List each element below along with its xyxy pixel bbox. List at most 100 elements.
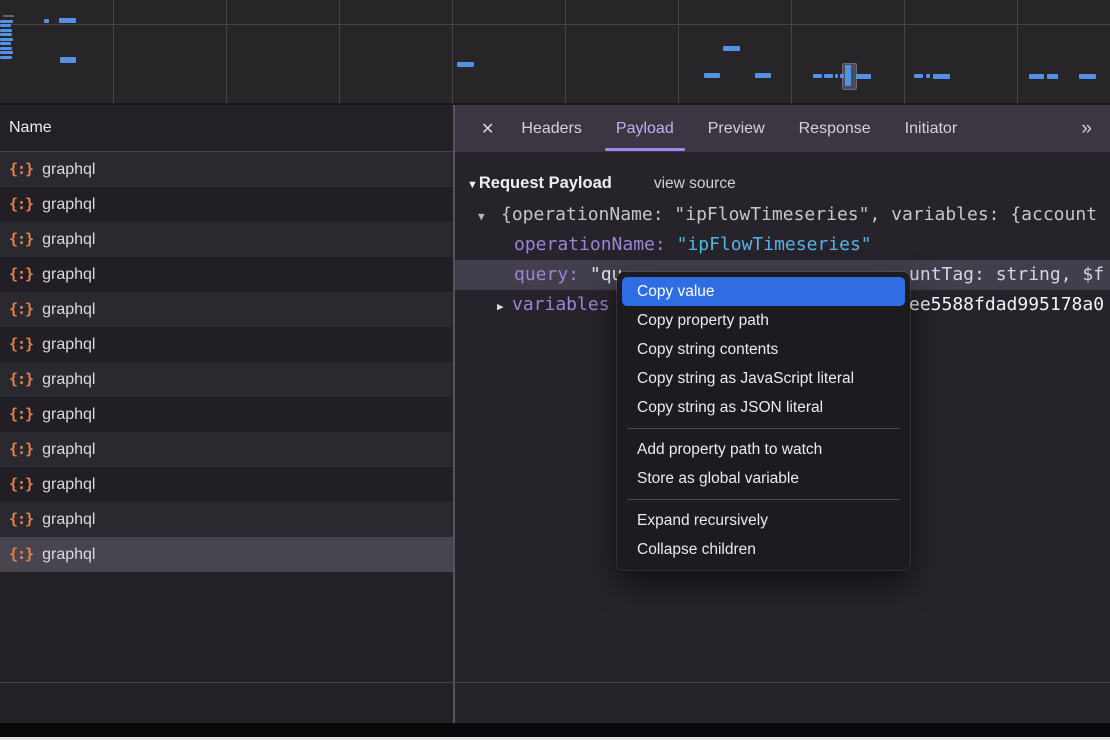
overview-request-bar xyxy=(723,46,740,51)
overview-request-bar xyxy=(0,29,12,32)
overview-request-bar xyxy=(1047,74,1058,79)
collapsed-triangle-icon[interactable]: ▶ xyxy=(497,292,512,320)
request-name-label: graphql xyxy=(42,292,95,327)
overview-vertical-gridline xyxy=(565,0,566,103)
more-tabs-icon[interactable]: » xyxy=(1081,118,1110,140)
network-request-row[interactable]: {:} graphql xyxy=(0,327,453,362)
property-value: "ipFlowTimeseries" xyxy=(677,234,872,255)
overview-request-bar xyxy=(44,19,49,23)
tab-initiator[interactable]: Initiator xyxy=(888,105,974,152)
overview-request-bar xyxy=(59,18,76,23)
context-menu-item-copy-value[interactable]: Copy value xyxy=(622,277,905,306)
network-request-row[interactable]: {:}graphql xyxy=(0,222,453,257)
view-source-link[interactable]: view source xyxy=(654,175,736,192)
overview-request-bar xyxy=(0,51,13,54)
context-menu: Copy valueCopy property pathCopy string … xyxy=(617,272,910,570)
collapse-triangle-icon[interactable]: ▼ xyxy=(467,179,478,191)
detail-tabs: HeadersPayloadPreviewResponseInitiator xyxy=(504,105,974,152)
context-menu-item-store-as-global-variable[interactable]: Store as global variable xyxy=(617,464,910,493)
property-key: operationName: xyxy=(514,234,666,255)
network-request-row[interactable]: {:}graphql xyxy=(0,397,453,432)
tab-response[interactable]: Response xyxy=(782,105,888,152)
request-name-label: graphql xyxy=(42,467,95,502)
overview-request-bar xyxy=(835,74,838,78)
json-request-icon: {:} xyxy=(9,397,33,432)
json-request-icon: {:} xyxy=(9,537,33,572)
overview-request-bar xyxy=(824,74,833,78)
overview-request-bar xyxy=(0,38,13,41)
json-request-icon: {:} xyxy=(9,257,33,292)
property-key: query: xyxy=(514,264,579,285)
payload-property-operationname[interactable]: operationName: "ipFlowTimeseries" xyxy=(455,230,1110,260)
menu-separator xyxy=(627,499,900,500)
request-name-label: graphql xyxy=(42,327,95,362)
overview-request-bar xyxy=(0,42,11,45)
request-name-label: graphql xyxy=(42,257,95,292)
overview-request-bar xyxy=(1029,74,1044,79)
network-request-row[interactable]: {:} graphql xyxy=(0,432,453,467)
context-menu-item-copy-string-as-json-literal[interactable]: Copy string as JSON literal xyxy=(617,393,910,422)
network-request-row[interactable]: {:} graphql xyxy=(0,257,453,292)
json-request-icon: {:} xyxy=(9,432,33,467)
overview-request-bar xyxy=(926,74,930,78)
json-request-icon: {:} xyxy=(9,362,33,397)
request-name-label: graphql xyxy=(42,152,95,187)
overview-request-bar xyxy=(0,47,12,50)
context-menu-item-expand-recursively[interactable]: Expand recursively xyxy=(617,506,910,535)
json-request-icon: {:} xyxy=(9,467,33,502)
request-name-label: graphql xyxy=(42,362,95,397)
section-title: Request Payload xyxy=(479,174,612,192)
overview-request-bar xyxy=(0,20,13,23)
overview-request-bar xyxy=(704,73,720,78)
network-request-row[interactable]: {:} graphql xyxy=(0,152,453,187)
expanded-triangle-icon[interactable]: ▼ xyxy=(478,202,501,230)
payload-root-node[interactable]: ▼{operationName: "ipFlowTimeseries", var… xyxy=(455,200,1110,230)
network-request-row[interactable]: {:} graphql xyxy=(0,537,453,572)
overview-request-bar xyxy=(933,74,950,79)
network-overview-timeline[interactable] xyxy=(0,0,1110,105)
network-request-row[interactable]: {:} graphql xyxy=(0,362,453,397)
overview-request-bar xyxy=(0,33,12,36)
property-value-right-fragment: untTag: string, $f xyxy=(909,260,1104,290)
overview-vertical-gridline xyxy=(678,0,679,103)
request-payload-section-header[interactable]: ▼Request Payload view source xyxy=(455,164,1110,200)
column-header-name[interactable]: Name xyxy=(0,105,453,152)
network-request-row[interactable]: {:}graphql xyxy=(0,187,453,222)
tab-preview[interactable]: Preview xyxy=(691,105,782,152)
overview-vertical-gridline xyxy=(452,0,453,103)
context-menu-item-copy-string-as-javascript-literal[interactable]: Copy string as JavaScript literal xyxy=(617,364,910,393)
request-name-label: graphql xyxy=(42,432,95,467)
overview-request-bar xyxy=(0,56,12,59)
overview-request-bar xyxy=(1079,74,1096,79)
json-request-icon: {:} xyxy=(9,152,33,187)
overview-vertical-gridline xyxy=(113,0,114,103)
payload-summary-text: {operationName: "ipFlowTimeseries", vari… xyxy=(501,204,1097,225)
network-request-row[interactable]: {:}graphql xyxy=(0,502,453,537)
overview-vertical-gridline xyxy=(226,0,227,103)
overview-request-bar xyxy=(813,74,822,78)
close-icon[interactable]: ✕ xyxy=(481,119,494,139)
context-menu-item-add-property-path-to-watch[interactable]: Add property path to watch xyxy=(617,435,910,464)
request-name-label: graphql xyxy=(42,537,95,572)
overview-request-bar xyxy=(856,74,871,79)
property-value-right-fragment: ee5588fdad995178a0 xyxy=(909,290,1104,320)
context-menu-item-collapse-children[interactable]: Collapse children xyxy=(617,535,910,564)
tab-headers[interactable]: Headers xyxy=(504,105,598,152)
context-menu-item-copy-property-path[interactable]: Copy property path xyxy=(617,306,910,335)
context-menu-item-copy-string-contents[interactable]: Copy string contents xyxy=(617,335,910,364)
overview-request-bar xyxy=(60,57,76,63)
overview-gray-bar xyxy=(3,15,14,17)
network-request-row[interactable]: {:} graphql xyxy=(0,467,453,502)
devtools-network-panel: Name {:} graphql {:} graphql {:} graphql {:} gr… xyxy=(0,0,1110,740)
overview-selected-request-bar xyxy=(845,65,851,86)
tab-payload[interactable]: Payload xyxy=(599,105,691,152)
requests-table: Name {:} graphql {:} graphql {:} graphql {:} gr… xyxy=(0,105,453,723)
overview-vertical-gridline xyxy=(339,0,340,103)
overview-request-bar xyxy=(914,74,923,78)
window-bottom-bar xyxy=(0,723,1110,737)
overview-vertical-gridline xyxy=(1017,0,1018,103)
json-request-icon: {:} xyxy=(9,327,33,362)
table-footer-divider xyxy=(0,682,1110,683)
json-request-icon: {:} xyxy=(9,502,33,537)
network-request-row[interactable]: {:}graphql xyxy=(0,292,453,327)
